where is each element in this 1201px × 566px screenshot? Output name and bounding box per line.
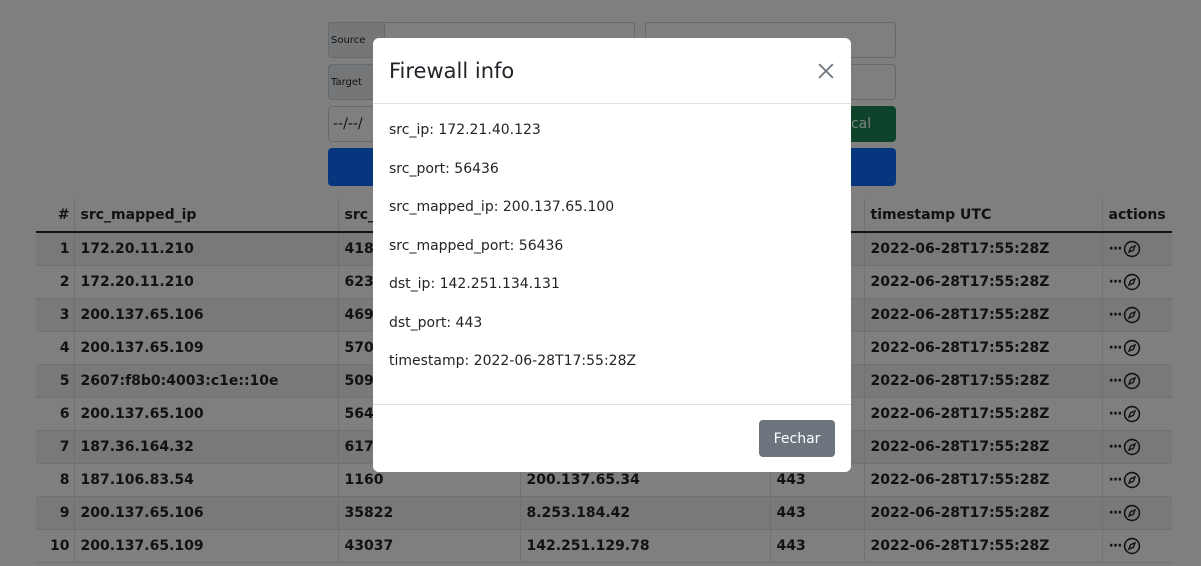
firewall-info-modal: Firewall info src_ip: 172.21.40.123 src_… [373, 38, 851, 472]
field-src-mapped-ip: src_mapped_ip: 200.137.65.100 [389, 199, 615, 215]
field-src-ip: src_ip: 172.21.40.123 [389, 122, 541, 138]
modal-body: src_ip: 172.21.40.123 src_port: 56436 sr… [373, 104, 851, 405]
modal-footer: Fechar [373, 405, 851, 457]
field-timestamp: timestamp: 2022-06-28T17:55:28Z [389, 353, 637, 369]
modal-header: Firewall info [373, 38, 851, 104]
field-src-port: src_port: 56436 [389, 160, 499, 177]
field-dst-port: dst_port: 443 [389, 314, 483, 331]
modal-title: Firewall info [389, 58, 515, 83]
field-dst-ip: dst_ip: 142.251.134.131 [389, 276, 560, 292]
field-src-mapped-port: src_mapped_port: 56436 [389, 237, 564, 254]
close-icon[interactable] [815, 60, 837, 82]
fechar-button[interactable]: Fechar [759, 420, 835, 457]
